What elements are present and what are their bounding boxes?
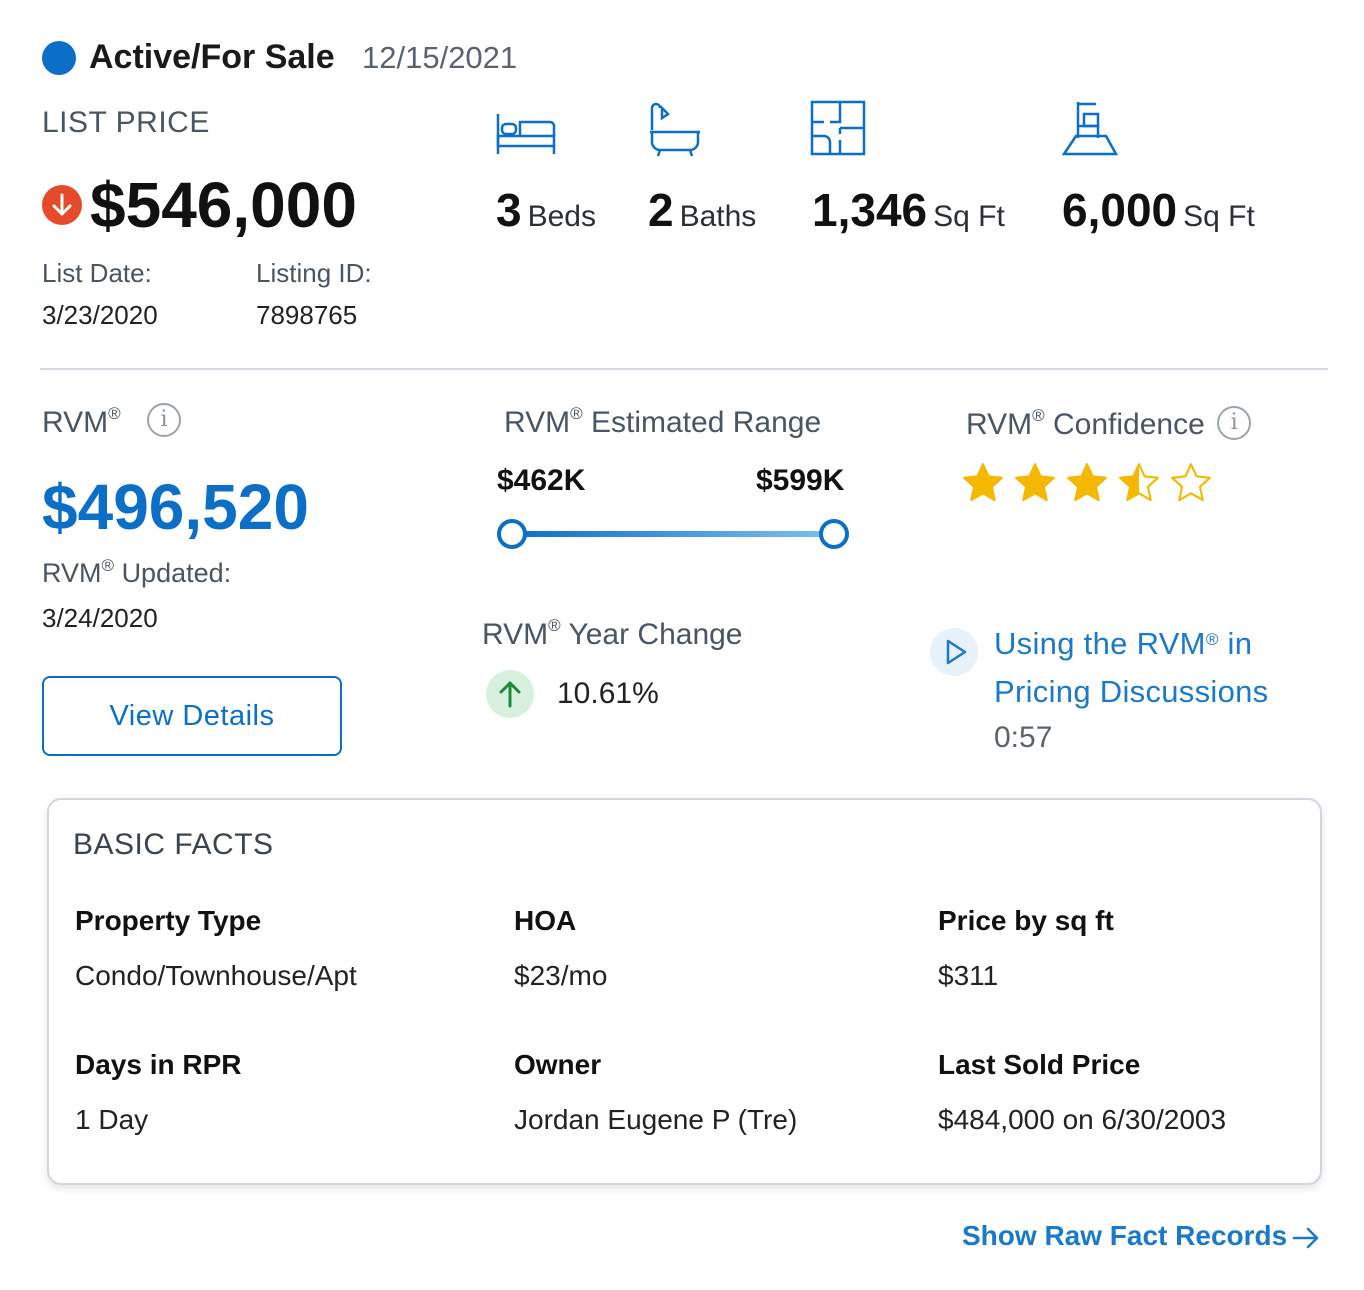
- living-area-stat: 1,346 Sq Ft: [812, 183, 1005, 237]
- bed-icon: [496, 108, 556, 164]
- status-date: 12/15/2021: [362, 40, 518, 75]
- list-price-label: LIST PRICE: [42, 106, 210, 139]
- rvm-year-change-title: RVM® Year Change: [482, 616, 743, 651]
- rvm-label: RVM® i: [42, 403, 181, 441]
- range-low-value: $462K: [497, 464, 586, 497]
- star-icon: [1119, 463, 1159, 502]
- fact-label-days-in-rpr: Days in RPR: [75, 1049, 242, 1080]
- list-date-value: 3/23/2020: [42, 300, 158, 330]
- arrow-up-icon: [486, 670, 534, 718]
- baths-stat: 2 Baths: [648, 183, 756, 237]
- lot-size-stat: 6,000 Sq Ft: [1062, 183, 1255, 237]
- baths-unit: Baths: [679, 200, 757, 233]
- video-link[interactable]: Using the RVM® in Pricing Discussions: [994, 620, 1324, 716]
- view-details-button[interactable]: View Details: [42, 676, 342, 756]
- video-duration: 0:57: [994, 721, 1053, 754]
- floor-plan-icon: [810, 100, 870, 156]
- section-divider: [40, 368, 1328, 370]
- confidence-stars: [962, 462, 1212, 502]
- range-low-handle: [497, 519, 527, 549]
- baths-count: 2: [648, 184, 674, 236]
- lot-size-icon: [1061, 100, 1122, 156]
- range-high-value: $599K: [756, 464, 845, 497]
- list-date-label: List Date:: [42, 258, 152, 288]
- rvm-updated-label: RVM® Updated:: [42, 556, 232, 588]
- lot-size-value: 6,000: [1062, 184, 1178, 236]
- rvm-value: $496,520: [42, 471, 309, 543]
- star-icon: [1171, 463, 1211, 502]
- fact-value-last-sold: $484,000 on 6/30/2003: [938, 1104, 1227, 1135]
- star-icon: [1067, 463, 1107, 502]
- fact-label-price-per-sqft: Price by sq ft: [938, 905, 1114, 936]
- beds-unit: Beds: [527, 200, 596, 233]
- beds-count: 3: [496, 184, 522, 236]
- lot-size-unit: Sq Ft: [1183, 200, 1255, 233]
- listing-id-value: 7898765: [256, 300, 358, 330]
- fact-label-property-type: Property Type: [75, 905, 262, 936]
- range-track: [512, 531, 834, 537]
- status-dot-icon: [42, 41, 76, 75]
- play-icon[interactable]: [930, 628, 978, 676]
- arrow-down-icon: [42, 185, 82, 225]
- year-change-value: 10.61%: [557, 677, 659, 710]
- rvm-range-title: RVM® Estimated Range: [504, 404, 822, 439]
- star-icon: [963, 463, 1003, 502]
- fact-value-property-type: Condo/Townhouse/Apt: [75, 960, 357, 991]
- living-area-value: 1,346: [812, 184, 928, 236]
- star-icon: [1015, 463, 1055, 502]
- listing-id-label: Listing ID:: [256, 258, 372, 288]
- living-area-unit: Sq Ft: [933, 200, 1005, 233]
- listing-status: Active/For Sale: [89, 38, 335, 76]
- rvm-updated-date: 3/24/2020: [42, 603, 158, 633]
- arrow-right-icon[interactable]: [1290, 1222, 1322, 1254]
- fact-label-hoa: HOA: [514, 905, 577, 936]
- beds-stat: 3 Beds: [496, 183, 596, 237]
- bathtub-icon: [648, 102, 708, 158]
- fact-value-days-in-rpr: 1 Day: [75, 1104, 149, 1135]
- list-price-value: $546,000: [90, 169, 357, 241]
- fact-value-price-per-sqft: $311: [938, 960, 999, 991]
- show-raw-fact-records-link[interactable]: Show Raw Fact Records: [962, 1220, 1287, 1252]
- confidence-info-icon[interactable]: i: [1217, 406, 1252, 441]
- fact-label-last-sold: Last Sold Price: [938, 1049, 1141, 1080]
- fact-value-owner: Jordan Eugene P (Tre): [514, 1104, 798, 1135]
- fact-value-hoa: $23/mo: [514, 960, 608, 991]
- rvm-confidence-title: RVM® Confidence i: [966, 406, 1252, 443]
- basic-facts-title: BASIC FACTS: [73, 828, 274, 861]
- info-icon[interactable]: i: [147, 403, 181, 438]
- fact-label-owner: Owner: [514, 1049, 602, 1080]
- range-high-handle: [819, 519, 849, 549]
